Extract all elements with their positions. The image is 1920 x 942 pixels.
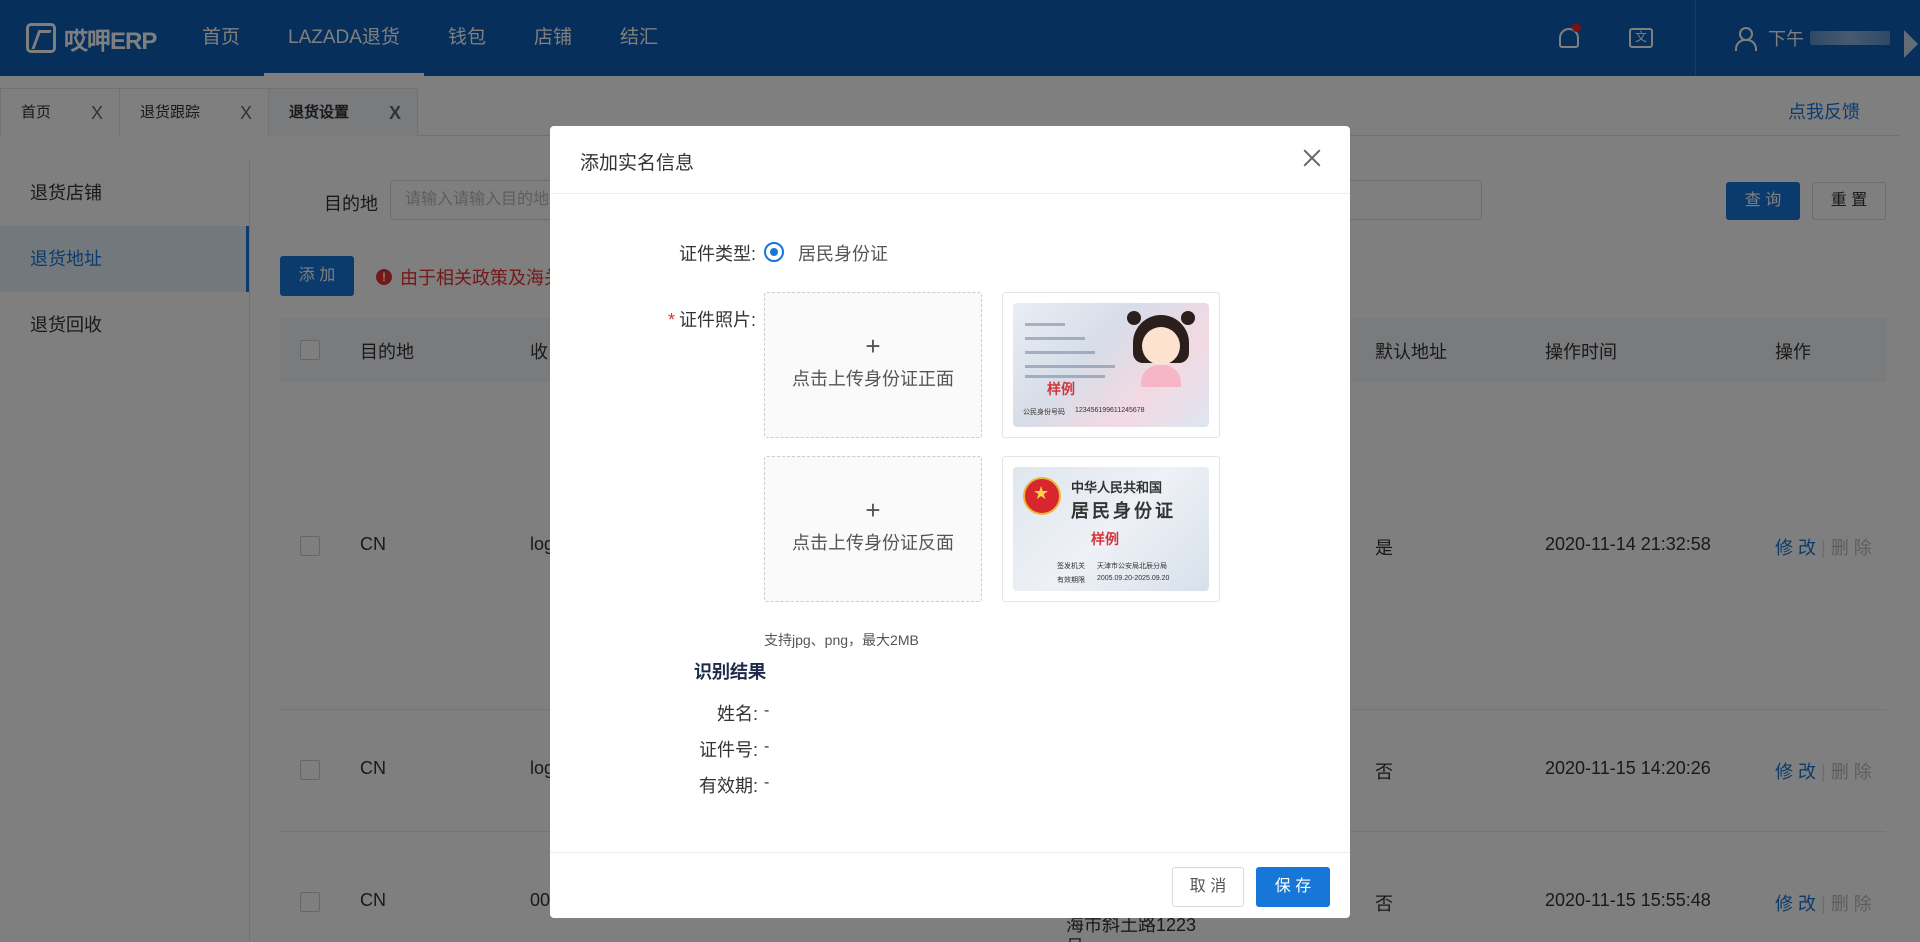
result-title: 识别结果 — [694, 662, 766, 682]
id-front-sample-image: 样例 公民身份号码 123456199611245678 — [1013, 303, 1209, 427]
cert-photo-label-text: 证件照片: — [678, 310, 756, 330]
save-button[interactable]: 保 存 — [1256, 867, 1330, 907]
id-number: 123456199611245678 — [1075, 407, 1145, 414]
result-id-value: - — [764, 738, 770, 755]
result-name-label: 姓名: — [716, 704, 758, 724]
upload-id-back[interactable]: + 点击上传身份证反面 — [764, 456, 982, 602]
authority: 天津市公安局北辰分局 — [1097, 563, 1167, 570]
id-number-label: 公民身份号码 — [1023, 409, 1065, 416]
upload-back-text: 点击上传身份证反面 — [792, 533, 954, 553]
cert-type-label: 证件类型: — [678, 244, 756, 264]
result-validity-value: - — [764, 774, 770, 791]
cert-type-radio[interactable] — [764, 242, 784, 262]
result-validity-label: 有效期: — [698, 776, 758, 796]
upload-id-front[interactable]: + 点击上传身份证正面 — [764, 292, 982, 438]
close-icon[interactable] — [1300, 146, 1324, 170]
national-emblem-icon — [1023, 477, 1061, 515]
upload-hint: 支持jpg、png，最大2MB — [764, 632, 919, 648]
required-mark: * — [667, 310, 675, 330]
validity: 2005.09.20-2025.09.20 — [1097, 575, 1170, 582]
dialog-header: 添加实名信息 — [550, 126, 1350, 194]
id-back-sample-image: 中华人民共和国 居民身份证 样例 签发机关 天津市公安局北辰分局 有效期限 20… — [1013, 467, 1209, 591]
card-country: 中华人民共和国 — [1071, 481, 1163, 496]
sample-id-back: 中华人民共和国 居民身份证 样例 签发机关 天津市公安局北辰分局 有效期限 20… — [1002, 456, 1220, 602]
result-id-label: 证件号: — [698, 740, 758, 760]
plus-icon: + — [865, 495, 881, 525]
authority-label: 签发机关 — [1057, 563, 1085, 570]
add-realname-dialog: 添加实名信息 证件类型: 居民身份证 * 证件照片: + 点击上传身份证正面 样例 — [550, 126, 1350, 918]
card-name: 居民身份证 — [1071, 501, 1176, 522]
cert-type-value[interactable]: 居民身份证 — [798, 240, 888, 266]
dialog-footer: 取 消 保 存 — [550, 852, 1350, 918]
cert-photo-label: * 证件照片: — [630, 306, 756, 332]
upload-front-text: 点击上传身份证正面 — [792, 369, 954, 389]
sample-id-front: 样例 公民身份号码 123456199611245678 — [1002, 292, 1220, 438]
dialog-title: 添加实名信息 — [580, 153, 695, 174]
sample-watermark: 样例 — [1091, 531, 1119, 547]
cancel-button[interactable]: 取 消 — [1172, 867, 1244, 907]
sample-portrait — [1127, 311, 1195, 387]
plus-icon: + — [865, 331, 881, 361]
sample-watermark: 样例 — [1047, 381, 1075, 397]
result-name-value: - — [764, 702, 770, 719]
validity-label: 有效期限 — [1057, 577, 1085, 584]
